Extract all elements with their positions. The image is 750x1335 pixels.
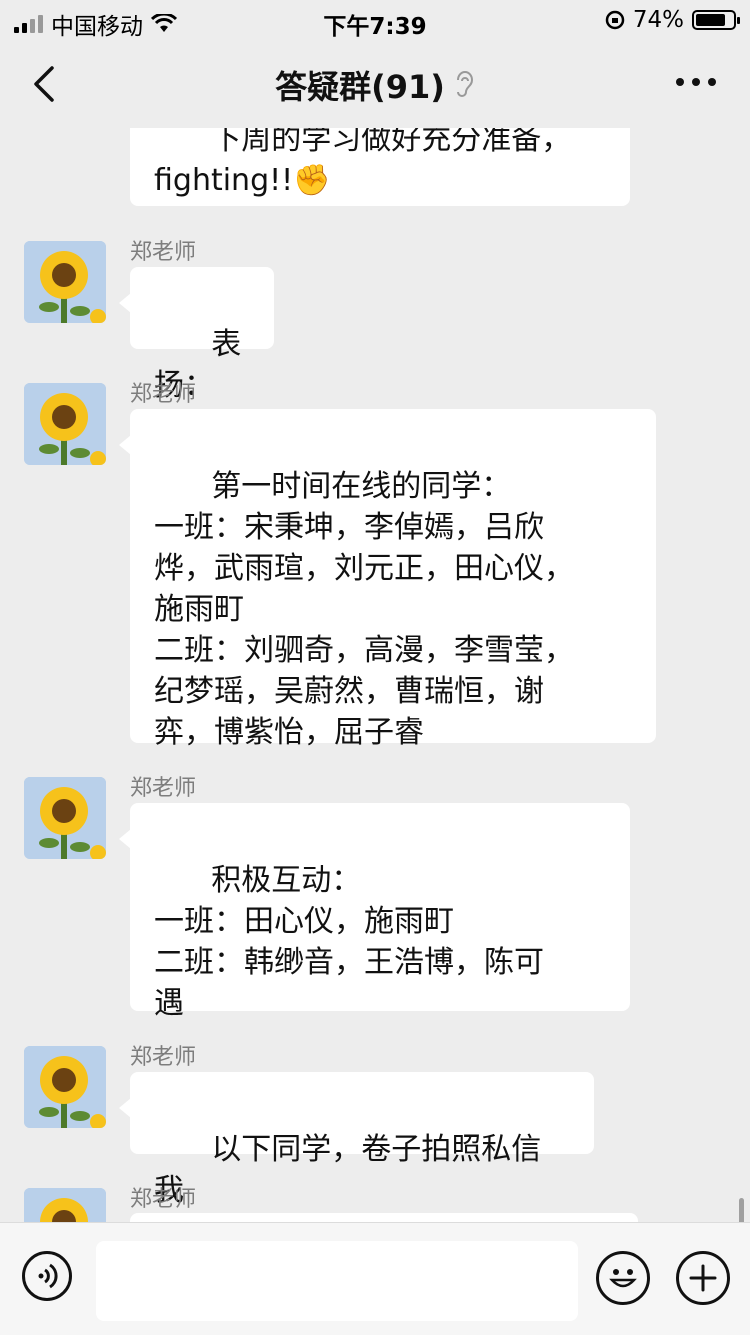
avatar[interactable] (24, 777, 106, 859)
more-dots-icon[interactable] (676, 78, 716, 86)
message-input[interactable] (96, 1241, 578, 1321)
scrollbar[interactable] (739, 1198, 744, 1222)
message-text: 积极互动： 一班：田心仪，施雨町 二班：韩缈音，王浩博，陈可 遇 (154, 863, 544, 1021)
avatar[interactable] (24, 1188, 106, 1222)
message-text: 第一时间在线的同学： 一班：宋秉坤，李倬嫣，吕欣 烨，武雨瑄，刘元正，田心仪， … (154, 469, 574, 750)
chat-title: 答疑群(91) (275, 68, 445, 106)
message-bubble[interactable]: 下周的学习做好充分准备， fighting!!✊ (130, 128, 630, 206)
chat-area[interactable]: 下周的学习做好充分准备， fighting!!✊ 郑老师 表扬： 郑老师 第一时… (0, 128, 750, 1222)
avatar[interactable] (24, 383, 106, 465)
input-bar (0, 1222, 750, 1335)
sunflower-avatar-icon (24, 241, 106, 323)
plus-button[interactable] (676, 1251, 730, 1305)
message-bubble[interactable]: 以下同学，卷子拍照私信我 (119, 1072, 594, 1208)
sunflower-avatar-icon (24, 1046, 106, 1128)
message-text: 下周的学习做好充分准备， fighting!! (154, 128, 572, 198)
nav-bar: 答疑群(91) (0, 40, 750, 128)
ear-icon (456, 71, 473, 97)
rotation-lock-icon (605, 10, 625, 30)
sender-name: 郑老师 (130, 776, 197, 801)
message-bubble[interactable]: 积极互动： 一班：田心仪，施雨町 二班：韩缈音，王浩博，陈可 遇 (119, 803, 630, 1021)
sender-name: 郑老师 (130, 1045, 197, 1070)
status-bar: 中国移动 下午7:39 74% (0, 0, 750, 40)
message-bubble[interactable]: 表扬： (119, 267, 274, 403)
emoji-button[interactable] (596, 1251, 650, 1305)
sunflower-avatar-icon (24, 383, 106, 465)
avatar[interactable] (24, 1046, 106, 1128)
voice-icon (38, 1263, 58, 1289)
message-bubble[interactable]: 第一时间在线的同学： 一班：宋秉坤，李倬嫣，吕欣 烨，武雨瑄，刘元正，田心仪， … (119, 409, 656, 750)
emoji-icon (609, 1269, 637, 1288)
sender-name: 郑老师 (130, 240, 197, 265)
fist-emoji-icon: ✊ (293, 163, 331, 198)
sender-name: 郑老师 (130, 1187, 197, 1212)
sunflower-avatar-icon (24, 1188, 106, 1222)
message-bubble[interactable] (130, 1213, 638, 1222)
avatar[interactable] (24, 241, 106, 323)
message-text: 以下同学，卷子拍照私信我 (154, 1132, 542, 1208)
battery-percent: 74% (632, 7, 684, 33)
plus-icon (689, 1264, 717, 1292)
voice-button[interactable] (22, 1251, 72, 1301)
chat-title-wrap: 答疑群(91) (0, 62, 750, 108)
sunflower-avatar-icon (24, 777, 106, 859)
status-right: 74% (605, 7, 740, 33)
sender-name: 郑老师 (130, 382, 197, 407)
battery-icon (692, 10, 740, 30)
